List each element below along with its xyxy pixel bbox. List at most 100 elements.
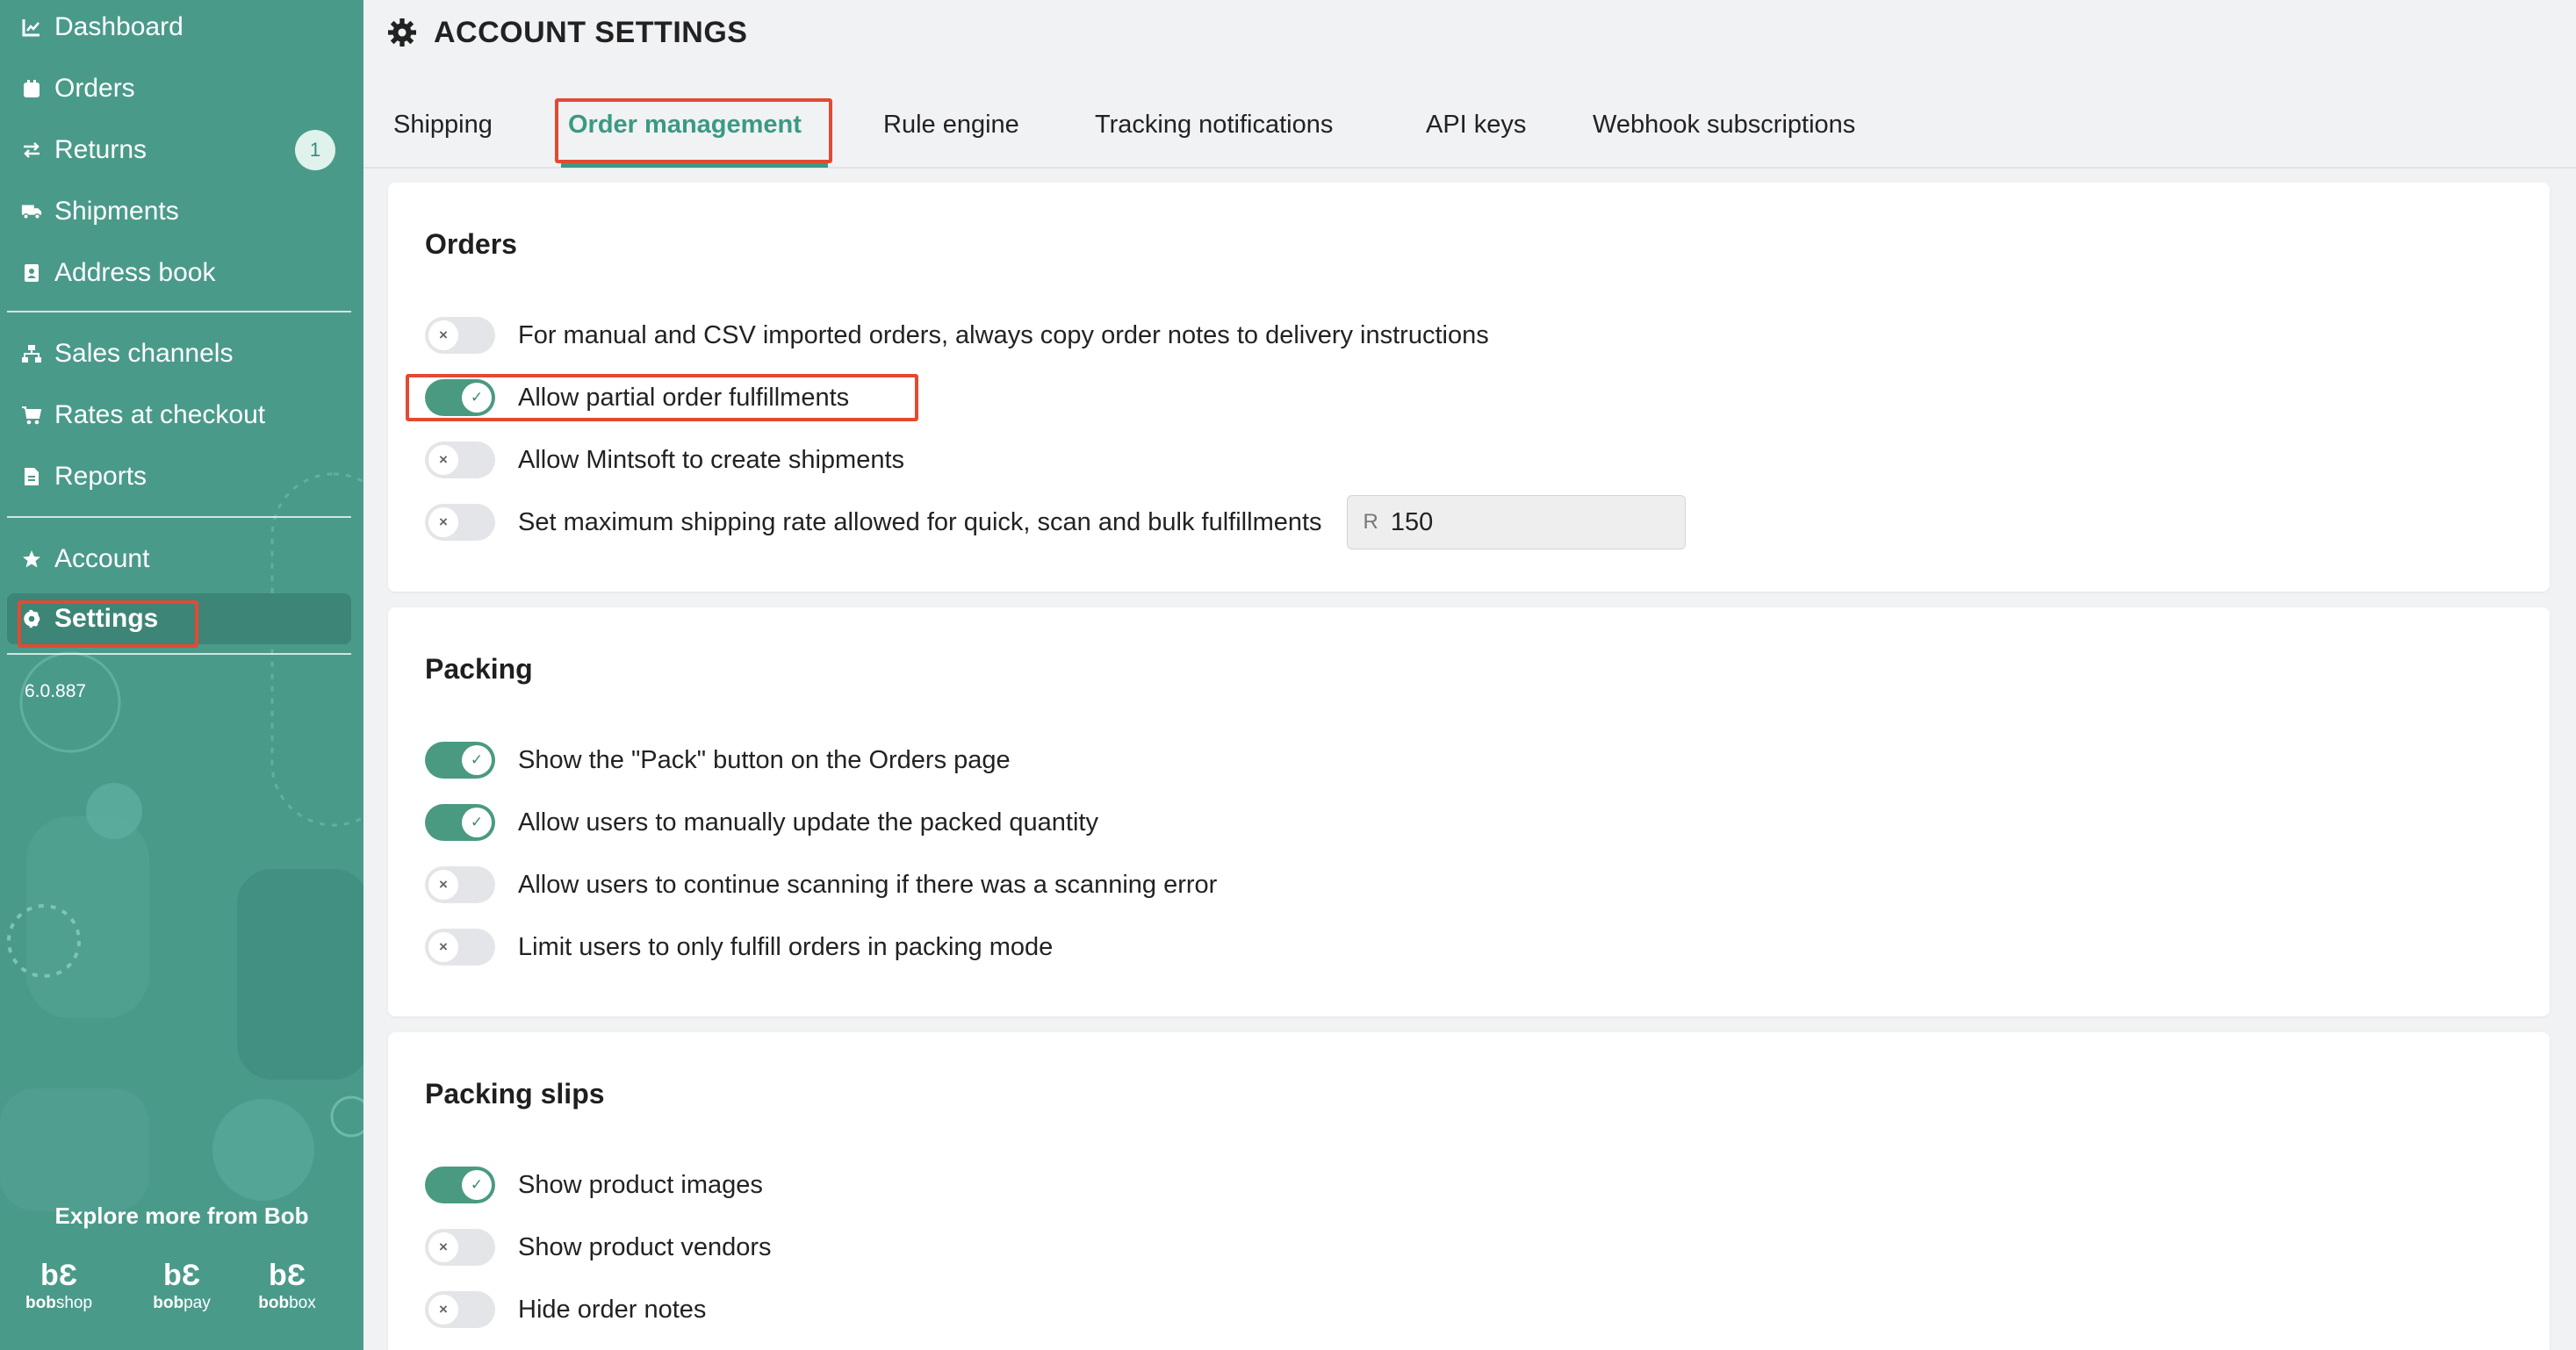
- tab-webhook-subscriptions[interactable]: Webhook subscriptions: [1593, 111, 1855, 140]
- check-icon: ✓: [462, 1170, 492, 1200]
- sidebar-item-account[interactable]: Account: [7, 534, 351, 585]
- setting-label: Allow users to manually update the packe…: [518, 808, 1098, 837]
- bob-logo-icon: bƐ: [162, 1259, 201, 1292]
- max-shipping-rate-toggle[interactable]: ×: [425, 504, 495, 541]
- explore-more-title: Explore more from Bob: [54, 1203, 309, 1229]
- sidebar-item-label: Settings: [54, 604, 159, 633]
- brand-suffix: shop: [55, 1294, 93, 1312]
- app-version: 6.0.887: [25, 681, 87, 701]
- continue-scanning-toggle[interactable]: ×: [425, 866, 495, 903]
- sidebar-item-shipments[interactable]: Shipments: [7, 186, 351, 237]
- packing-slips-section: Packing slips ✓ Show product images × Sh…: [388, 1032, 2550, 1350]
- gear-icon: [21, 608, 42, 629]
- orders-section: Orders × For manual and CSV imported ord…: [388, 183, 2550, 592]
- tab-order-management[interactable]: Order management: [568, 111, 802, 140]
- setting-label: Set maximum shipping rate allowed for qu…: [518, 507, 1322, 536]
- setting-row: ✓ Show product images: [425, 1164, 763, 1206]
- close-icon: ×: [428, 870, 458, 900]
- shopping-cart-icon: [21, 405, 42, 426]
- sitemap-icon: [21, 343, 42, 364]
- close-icon: ×: [428, 1295, 458, 1325]
- bobpay-link[interactable]: bƐ bobpay: [138, 1260, 226, 1313]
- sidebar-item-label: Shipments: [54, 197, 179, 226]
- section-title: Orders: [425, 228, 517, 260]
- sidebar-item-address-book[interactable]: Address book: [7, 248, 351, 298]
- setting-row: ✓ Allow users to manually update the pac…: [425, 801, 1098, 844]
- chart-line-icon: [21, 17, 42, 38]
- hide-order-notes-toggle[interactable]: ×: [425, 1291, 495, 1328]
- setting-row: ✓ Allow partial order fulfillments: [425, 377, 849, 419]
- active-tab-indicator: [561, 163, 828, 168]
- bob-logo-icon: bƐ: [40, 1259, 78, 1292]
- tab-api-keys[interactable]: API keys: [1426, 111, 1526, 140]
- show-pack-button-toggle[interactable]: ✓: [425, 742, 495, 779]
- copy-order-notes-toggle[interactable]: ×: [425, 317, 495, 354]
- allow-partial-fulfillments-toggle[interactable]: ✓: [425, 379, 495, 416]
- main-content: ACCOUNT SETTINGS Shipping Order manageme…: [363, 0, 2576, 1350]
- setting-row: × Set maximum shipping rate allowed for …: [425, 495, 1686, 549]
- tab-rule-engine[interactable]: Rule engine: [883, 111, 1019, 140]
- sidebar-item-label: Orders: [54, 74, 135, 103]
- sidebar-divider: [7, 653, 351, 655]
- manual-packed-quantity-toggle[interactable]: ✓: [425, 804, 495, 841]
- setting-label: Allow users to continue scanning if ther…: [518, 870, 1218, 899]
- setting-row: × Allow Mintsoft to create shipments: [425, 439, 904, 481]
- gear-icon: [388, 18, 418, 48]
- close-icon: ×: [428, 445, 458, 475]
- setting-label: Show product vendors: [518, 1232, 772, 1261]
- limit-packing-mode-toggle[interactable]: ×: [425, 929, 495, 966]
- setting-row: × Allow users to continue scanning if th…: [425, 864, 1217, 906]
- setting-row: × For manual and CSV imported orders, al…: [425, 314, 1489, 356]
- bobbox-link[interactable]: bƐ bobbox: [243, 1260, 331, 1313]
- bob-logo-icon: bƐ: [268, 1259, 306, 1292]
- setting-row: × Hide order notes: [425, 1289, 706, 1331]
- calendar-icon: [21, 78, 42, 99]
- check-icon: ✓: [462, 383, 492, 413]
- show-product-images-toggle[interactable]: ✓: [425, 1167, 495, 1203]
- sidebar-item-rates-at-checkout[interactable]: Rates at checkout: [7, 390, 351, 441]
- sidebar-item-returns[interactable]: Returns 1: [7, 125, 351, 176]
- check-icon: ✓: [462, 745, 492, 775]
- setting-label: For manual and CSV imported orders, alwa…: [518, 320, 1489, 349]
- sidebar: Dashboard Orders Returns 1 Shipments Add…: [0, 0, 363, 1350]
- star-icon: [21, 549, 42, 570]
- max-shipping-rate-field[interactable]: R: [1346, 495, 1686, 549]
- sidebar-item-label: Reports: [54, 462, 148, 491]
- brand-prefix: bob: [25, 1294, 56, 1312]
- brand-prefix: bob: [258, 1294, 290, 1312]
- sidebar-item-label: Address book: [54, 258, 216, 287]
- tab-tracking-notifications[interactable]: Tracking notifications: [1095, 111, 1333, 140]
- allow-mintsoft-toggle[interactable]: ×: [425, 442, 495, 478]
- bobshop-link[interactable]: bƐ bobshop: [15, 1260, 103, 1313]
- show-product-vendors-toggle[interactable]: ×: [425, 1229, 495, 1266]
- sidebar-divider: [7, 516, 351, 518]
- brand-suffix: pay: [183, 1294, 211, 1312]
- tab-shipping[interactable]: Shipping: [393, 111, 493, 140]
- close-icon: ×: [428, 932, 458, 962]
- sidebar-item-sales-channels[interactable]: Sales channels: [7, 328, 351, 379]
- close-icon: ×: [428, 320, 458, 350]
- sidebar-item-dashboard[interactable]: Dashboard: [7, 2, 351, 53]
- setting-label: Show product images: [518, 1170, 763, 1199]
- setting-row: ✓ Show the "Pack" button on the Orders p…: [425, 739, 1011, 781]
- page-title: ACCOUNT SETTINGS: [388, 16, 747, 50]
- file-icon: [21, 466, 42, 487]
- sidebar-item-label: Account: [54, 544, 150, 573]
- max-shipping-rate-input[interactable]: [1390, 507, 1654, 537]
- section-title: Packing slips: [425, 1078, 605, 1109]
- truck-icon: [21, 201, 42, 222]
- setting-label: Allow partial order fulfillments: [518, 383, 850, 412]
- sidebar-item-label: Dashboard: [54, 12, 183, 41]
- sidebar-item-settings[interactable]: Settings: [7, 593, 351, 644]
- setting-label: Allow Mintsoft to create shipments: [518, 445, 905, 474]
- setting-row: × Limit users to only fulfill orders in …: [425, 926, 1053, 968]
- close-icon: ×: [428, 1232, 458, 1262]
- close-icon: ×: [428, 507, 458, 537]
- address-book-icon: [21, 262, 42, 284]
- page-title-text: ACCOUNT SETTINGS: [434, 16, 748, 49]
- sidebar-item-reports[interactable]: Reports: [7, 451, 351, 502]
- sidebar-item-orders[interactable]: Orders: [7, 63, 351, 114]
- brand-prefix: bob: [153, 1294, 184, 1312]
- section-title: Packing: [425, 653, 533, 685]
- setting-label: Show the "Pack" button on the Orders pag…: [518, 745, 1011, 774]
